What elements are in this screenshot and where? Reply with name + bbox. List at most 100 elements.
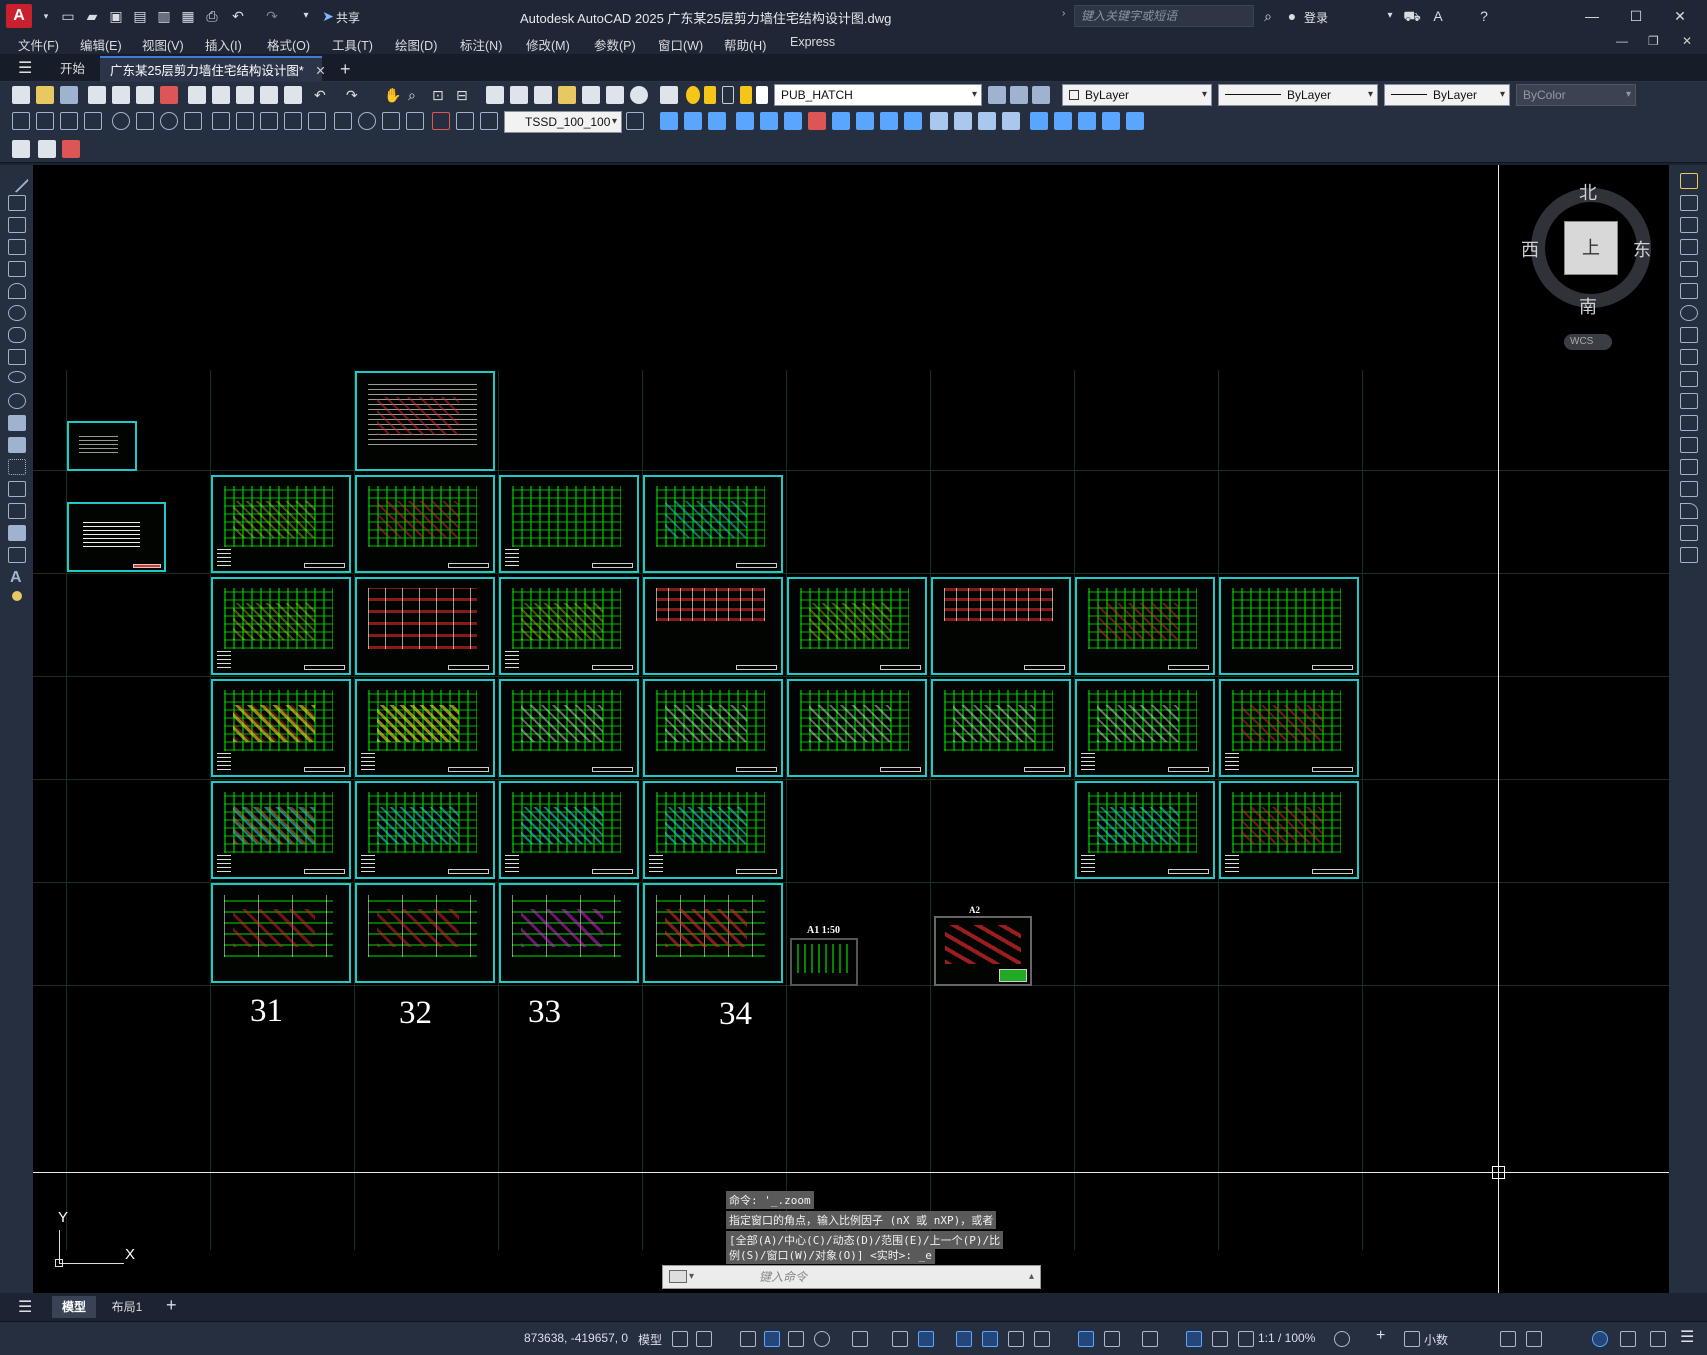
modify-offset-icon[interactable] — [736, 112, 754, 130]
zoom-realtime-icon[interactable]: ⌕ — [408, 86, 426, 104]
region-icon[interactable] — [8, 525, 26, 541]
drawing-sheet[interactable] — [931, 679, 1071, 777]
lineweight-dropdown[interactable]: ByLayer ▾ — [1384, 84, 1510, 106]
redo-icon[interactable]: ↷ — [262, 6, 282, 26]
auto-scale-icon[interactable] — [1212, 1331, 1228, 1347]
quick-dim-icon[interactable] — [212, 112, 230, 130]
polyline-icon[interactable] — [8, 217, 26, 233]
dim-continue-icon[interactable] — [260, 112, 278, 130]
menu-view[interactable]: 视图(V) — [142, 35, 184, 54]
dim-aligned-icon[interactable] — [36, 112, 54, 130]
hamburger-menu-icon[interactable]: ☰ — [18, 58, 32, 78]
dim-break-icon[interactable] — [308, 112, 326, 130]
mirror-icon[interactable] — [1680, 217, 1698, 233]
menu-window[interactable]: 窗口(W) — [658, 35, 703, 54]
modify-erase-icon[interactable] — [660, 112, 678, 130]
doc-minimize-icon[interactable]: — — [1616, 34, 1628, 48]
publish-icon[interactable] — [136, 86, 154, 104]
group-icon[interactable] — [1078, 112, 1096, 130]
copy-icon[interactable] — [212, 86, 230, 104]
drawing-sheet[interactable] — [643, 781, 783, 879]
drawing-sheet[interactable] — [1219, 577, 1359, 675]
tab-layout1[interactable]: 布局1 — [102, 1296, 152, 1318]
tab-close-icon[interactable]: ✕ — [315, 64, 325, 78]
user-icon[interactable]: ● — [1282, 6, 1302, 26]
dim-ordinate-icon[interactable] — [84, 112, 102, 130]
drawing-sheet[interactable] — [499, 781, 639, 879]
drawing-sheet[interactable] — [499, 883, 639, 983]
dim-text-edit-icon[interactable] — [456, 112, 474, 130]
drawing-sheet[interactable] — [499, 679, 639, 777]
wcs-menu-button[interactable]: WCS — [1564, 334, 1612, 350]
share-label[interactable]: 共享 — [336, 9, 360, 26]
array-icon[interactable] — [1680, 261, 1698, 277]
plot-icon[interactable] — [88, 86, 106, 104]
graphics-performance-icon[interactable] — [1620, 1331, 1636, 1347]
open-icon[interactable] — [36, 86, 54, 104]
drawing-sheet[interactable] — [211, 679, 351, 777]
drawing-sheet[interactable] — [355, 781, 495, 879]
dim-update-icon[interactable] — [480, 112, 498, 130]
save-as-icon[interactable]: ▤ — [130, 6, 150, 26]
cart-icon[interactable]: ⛟ — [1402, 6, 1422, 26]
drawing-sheet[interactable] — [355, 883, 495, 983]
blend-curves-icon[interactable] — [1680, 525, 1698, 541]
share-icon[interactable]: ➤ — [318, 6, 338, 26]
arc-icon[interactable] — [8, 283, 26, 299]
drawing-sheet[interactable] — [499, 475, 639, 573]
drawing-sheet[interactable] — [643, 577, 783, 675]
close-icon[interactable]: ✕ — [1666, 6, 1694, 26]
menu-draw[interactable]: 绘图(D) — [395, 35, 437, 54]
modify-extend-icon[interactable] — [904, 112, 922, 130]
chamfer-icon[interactable] — [1680, 481, 1698, 497]
drawing-sheet[interactable] — [67, 502, 166, 572]
dim-edit-icon[interactable] — [432, 112, 450, 130]
new-tab-button[interactable]: + — [330, 56, 361, 82]
autocad-logo-icon[interactable]: A — [6, 4, 32, 28]
customization-menu-icon[interactable]: ☰ — [1680, 1327, 1694, 1347]
modify-array-icon[interactable] — [760, 112, 778, 130]
drawing-sheet[interactable] — [211, 577, 351, 675]
drawing-sheet[interactable] — [1075, 679, 1215, 777]
modify-move-icon[interactable] — [784, 112, 802, 130]
model-space-toggle[interactable]: 模型 — [638, 1331, 662, 1348]
drawing-sheet[interactable] — [643, 475, 783, 573]
search-input[interactable]: 键入关键字或短语 — [1074, 5, 1254, 27]
object-snap-tracking-icon[interactable] — [892, 1331, 908, 1347]
command-input[interactable]: ▾ 键入命令 ▴ — [662, 1265, 1041, 1289]
lock-ui-icon[interactable] — [1526, 1331, 1542, 1347]
search-expand-icon[interactable]: › — [1062, 8, 1065, 19]
tab-model[interactable]: 模型 — [52, 1296, 96, 1318]
customize-chevron-icon[interactable]: ▾ — [296, 6, 316, 26]
open-folder-icon[interactable]: ▰ — [82, 6, 102, 26]
rectangle-icon[interactable] — [8, 261, 26, 277]
isodraft-icon[interactable] — [852, 1331, 868, 1347]
matchprop-icon[interactable] — [260, 86, 278, 104]
modify-trim-icon[interactable] — [880, 112, 898, 130]
construction-line-icon[interactable] — [8, 195, 26, 211]
pan-icon[interactable]: ✋ — [384, 86, 402, 104]
selection-cycling-icon[interactable] — [1008, 1331, 1024, 1347]
units-icon[interactable] — [1404, 1331, 1420, 1347]
help-icon[interactable] — [630, 86, 648, 104]
copy-object-icon[interactable] — [1680, 195, 1698, 211]
preview-icon[interactable] — [112, 86, 130, 104]
drawing-sheet[interactable] — [1075, 577, 1215, 675]
viewcube-south[interactable]: 南 — [1579, 293, 1597, 319]
layout-menu-icon[interactable]: ☰ — [18, 1297, 32, 1317]
rotate-icon[interactable] — [1680, 305, 1698, 321]
annotation-visibility-icon[interactable] — [1186, 1331, 1202, 1347]
undo-icon[interactable]: ↶ — [228, 6, 248, 26]
extend-icon[interactable] — [1680, 393, 1698, 409]
menu-parametric[interactable]: 参数(P) — [594, 35, 636, 54]
ungroup-icon[interactable] — [1102, 112, 1120, 130]
make-block-icon[interactable] — [8, 437, 26, 453]
login-chevron-icon[interactable]: ▾ — [1380, 6, 1400, 26]
menu-edit[interactable]: 编辑(E) — [80, 35, 122, 54]
command-recent-icon[interactable] — [669, 1270, 687, 1283]
autodesk-app-icon[interactable]: A — [1428, 6, 1448, 26]
modify-rotate-icon[interactable] — [808, 112, 826, 130]
layer-thaw-sun-icon[interactable] — [704, 86, 716, 104]
fillet-icon[interactable] — [1680, 503, 1698, 519]
sheetset-icon[interactable] — [558, 86, 576, 104]
